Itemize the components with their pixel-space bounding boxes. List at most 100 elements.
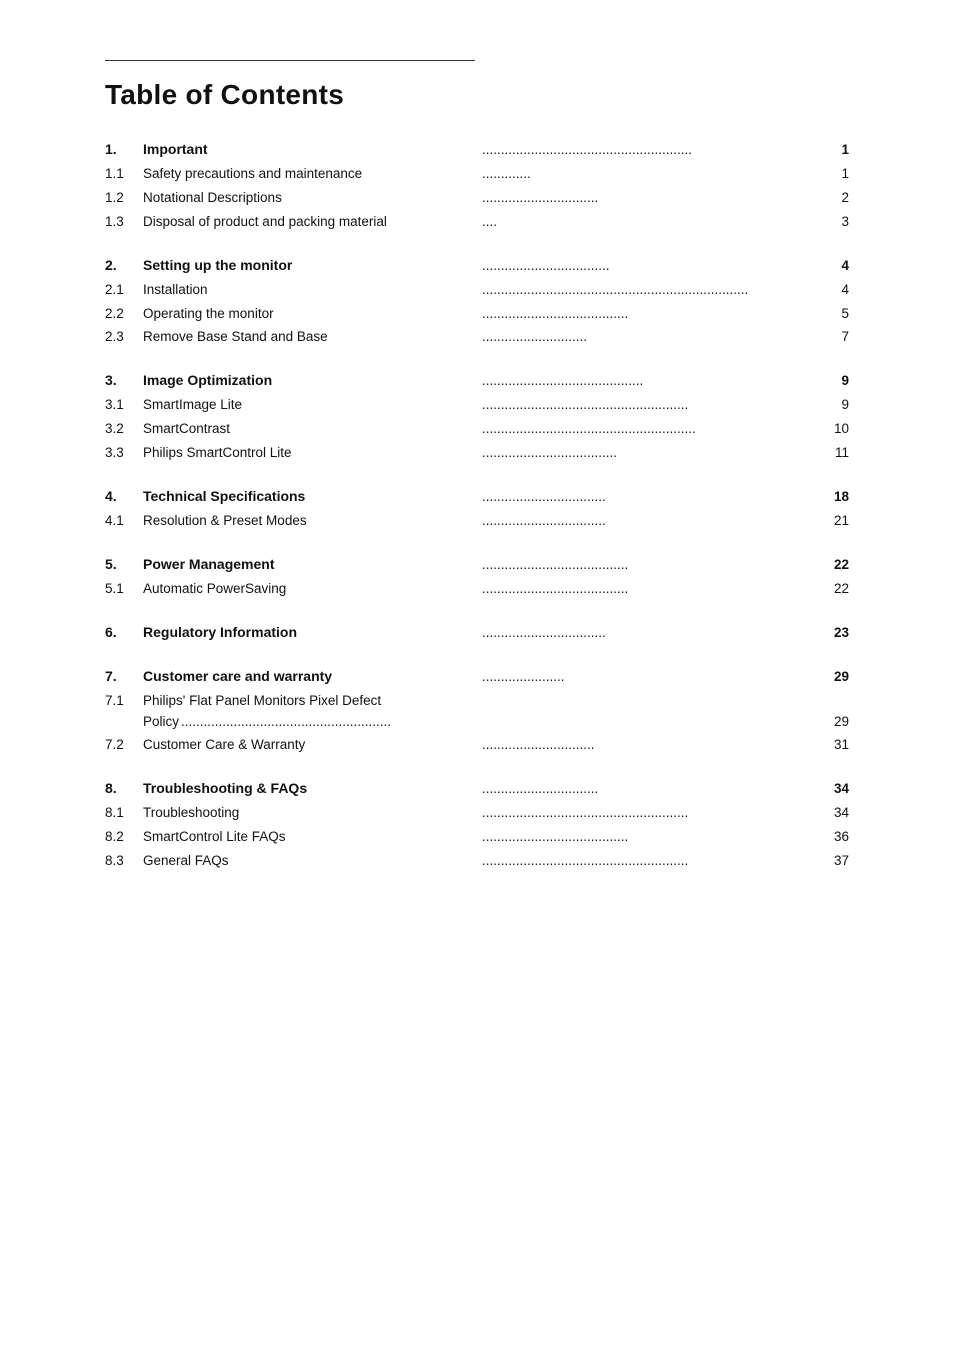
top-rule [105, 60, 475, 61]
toc-chapter-row: 4.Technical Specifications..............… [105, 486, 849, 508]
chapter-dots: ................................. [480, 487, 821, 508]
sub-label: Operating the monitor [143, 304, 480, 325]
sub-num: 7.2 [105, 735, 143, 756]
sub-page: 21 [821, 511, 849, 532]
sub-num: 1.2 [105, 188, 143, 209]
toc-section: 8.Troubleshooting & FAQs................… [105, 778, 849, 872]
toc-sub-row: 8.1Troubleshooting......................… [105, 803, 849, 824]
toc-sub-row: 5.1Automatic PowerSaving................… [105, 579, 849, 600]
chapter-num: 4. [105, 486, 143, 508]
sub-label: SmartControl Lite FAQs [143, 827, 480, 848]
chapter-label: Important [143, 139, 480, 161]
chapter-label: Image Optimization [143, 370, 480, 392]
chapter-num: 7. [105, 666, 143, 688]
sub-label: Resolution & Preset Modes [143, 511, 480, 532]
chapter-label: Technical Specifications [143, 486, 480, 508]
toc-sub-row: 3.3Philips SmartControl Lite............… [105, 443, 849, 464]
chapter-page: 9 [821, 371, 849, 392]
toc-sub-row: 7.1Philips' Flat Panel Monitors Pixel De… [105, 691, 849, 733]
toc-sub-row: 1.1Safety precautions and maintenance...… [105, 164, 849, 185]
toc-section: 7.Customer care and warranty............… [105, 666, 849, 757]
sub-label: Disposal of product and packing material [143, 212, 480, 233]
toc-sub-row: 1.2Notational Descriptions..............… [105, 188, 849, 209]
chapter-label: Troubleshooting & FAQs [143, 778, 480, 800]
toc-section: 5.Power Management......................… [105, 554, 849, 600]
sub-dots: ....................................... [480, 827, 821, 848]
chapter-dots: ............................... [480, 779, 821, 800]
sub-dots: ............................ [480, 327, 821, 348]
sub-dots: ....................................... [480, 579, 821, 600]
toc-container: 1.Important.............................… [105, 139, 849, 872]
sub-page: 11 [821, 443, 849, 464]
sub-label: Automatic PowerSaving [143, 579, 480, 600]
chapter-page: 1 [821, 140, 849, 161]
sub-dots: ........................................… [480, 803, 821, 824]
toc-chapter-row: 2.Setting up the monitor................… [105, 255, 849, 277]
sub-num: 3.3 [105, 443, 143, 464]
sub-num: 5.1 [105, 579, 143, 600]
chapter-page: 34 [821, 779, 849, 800]
toc-sub-row: 3.1SmartImage Lite......................… [105, 395, 849, 416]
chapter-num: 8. [105, 778, 143, 800]
toc-chapter-row: 7.Customer care and warranty............… [105, 666, 849, 688]
sub-dots: ................................. [480, 511, 821, 532]
toc-sub-row: 2.3Remove Base Stand and Base...........… [105, 327, 849, 348]
chapter-num: 5. [105, 554, 143, 576]
sub-label: SmartContrast [143, 419, 480, 440]
toc-title: Table of Contents [105, 79, 849, 111]
sub-page: 9 [821, 395, 849, 416]
toc-chapter-row: 8.Troubleshooting & FAQs................… [105, 778, 849, 800]
toc-chapter-row: 3.Image Optimization....................… [105, 370, 849, 392]
chapter-label: Power Management [143, 554, 480, 576]
sub-dots: ........................................… [179, 712, 821, 733]
chapter-page: 4 [821, 256, 849, 277]
toc-section: 3.Image Optimization....................… [105, 370, 849, 464]
chapter-label: Setting up the monitor [143, 255, 480, 277]
sub-num: 8.1 [105, 803, 143, 824]
sub-page: 36 [821, 827, 849, 848]
sub-label: General FAQs [143, 851, 480, 872]
sub-num: 1.1 [105, 164, 143, 185]
page: Table of Contents 1.Important...........… [0, 0, 954, 1350]
toc-chapter-row: 1.Important.............................… [105, 139, 849, 161]
sub-dots: .................................... [480, 443, 821, 464]
toc-sub-row: 3.2SmartContrast........................… [105, 419, 849, 440]
sub-label: Troubleshooting [143, 803, 480, 824]
toc-section: 4.Technical Specifications..............… [105, 486, 849, 532]
sub-dots: ............. [480, 164, 821, 185]
sub-page: 2 [821, 188, 849, 209]
chapter-page: 23 [821, 623, 849, 644]
sub-num: 2.1 [105, 280, 143, 301]
toc-sub-row: 7.2Customer Care & Warranty.............… [105, 735, 849, 756]
chapter-num: 6. [105, 622, 143, 644]
toc-section: 1.Important.............................… [105, 139, 849, 233]
sub-num: 4.1 [105, 511, 143, 532]
sub-label: Philips' Flat Panel Monitors Pixel Defec… [143, 691, 849, 712]
sub-dots: ........................................… [480, 851, 821, 872]
sub-dots: ............................... [480, 188, 821, 209]
sub-label-continued: Policy [143, 712, 179, 733]
chapter-num: 2. [105, 255, 143, 277]
chapter-num: 1. [105, 139, 143, 161]
chapter-num: 3. [105, 370, 143, 392]
sub-page: 10 [821, 419, 849, 440]
chapter-dots: ........................................… [480, 140, 821, 161]
toc-sub-row: 2.2Operating the monitor................… [105, 304, 849, 325]
sub-num: 2.2 [105, 304, 143, 325]
sub-num: 7.1 [105, 691, 143, 712]
sub-label: Safety precautions and maintenance [143, 164, 480, 185]
chapter-dots: ....................................... [480, 555, 821, 576]
chapter-page: 22 [821, 555, 849, 576]
sub-num: 1.3 [105, 212, 143, 233]
chapter-page: 18 [821, 487, 849, 508]
sub-label: SmartImage Lite [143, 395, 480, 416]
chapter-label: Regulatory Information [143, 622, 480, 644]
toc-sub-row: 8.3General FAQs.........................… [105, 851, 849, 872]
sub-page: 34 [821, 803, 849, 824]
sub-label: Customer Care & Warranty [143, 735, 480, 756]
sub-label: Installation [143, 280, 480, 301]
chapter-dots: .................................. [480, 256, 821, 277]
sub-label: Notational Descriptions [143, 188, 480, 209]
chapter-dots: ...................... [480, 667, 821, 688]
sub-label: Remove Base Stand and Base [143, 327, 480, 348]
